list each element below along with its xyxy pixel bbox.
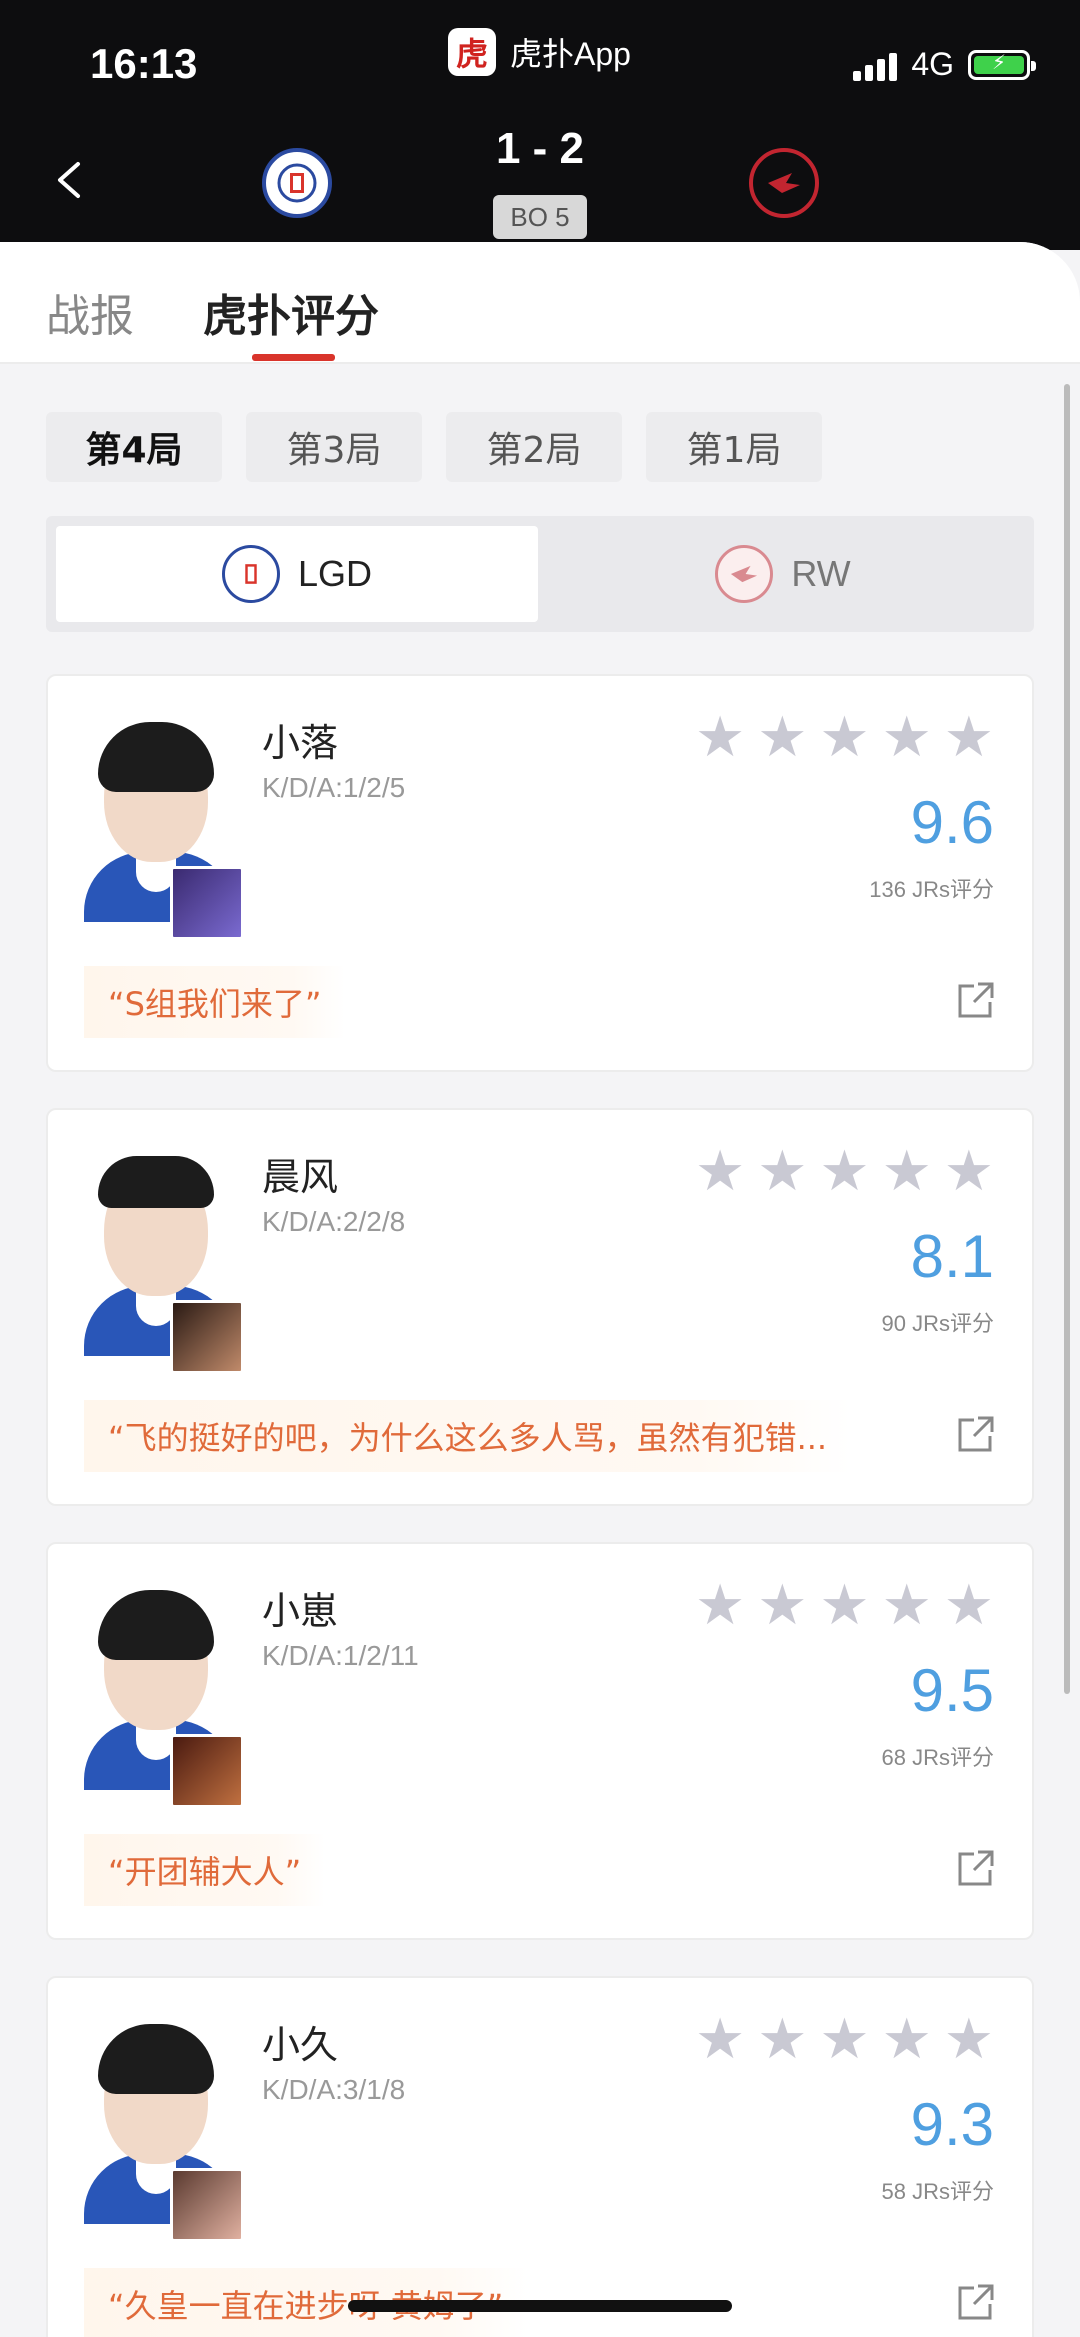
hupu-logo-icon: 虎 [448, 28, 496, 76]
rating-stars[interactable]: ★ ★ ★ ★ ★ [695, 1144, 994, 1200]
player-kda: K/D/A:3/1/8 [262, 2074, 406, 2105]
rating-votes: 68 JRs评分 [881, 1745, 994, 1770]
game-3-button[interactable]: 第3局 [246, 412, 422, 482]
rating-stars[interactable]: ★ ★ ★ ★ ★ [695, 1578, 994, 1634]
hero-portrait [170, 2168, 244, 2242]
status-indicators: 4G ⚡ [853, 46, 1036, 83]
top-comment[interactable]: “飞的挺好的吧，为什么这么多人骂，虽然有犯错... [84, 1400, 852, 1472]
player-rating: 9.6 [910, 789, 994, 856]
game-1-button[interactable]: 第1局 [646, 412, 822, 482]
hero-portrait [170, 866, 244, 940]
player-kda: K/D/A:1/2/5 [262, 772, 406, 803]
match-score: 1 - 2 [495, 124, 585, 173]
app-indicator: 虎 虎扑App [448, 26, 631, 78]
tab-bar: 战报 虎扑评分 [0, 242, 1080, 364]
rw-team-logo-icon[interactable] [749, 148, 819, 218]
player-card[interactable]: 小崽 K/D/A:1/2/11 ★ ★ ★ ★ ★ 9.5 68 JRs评分 “开团辅大… [46, 1542, 1034, 1940]
game-selector: 第4局 第3局 第2局 第1局 [46, 412, 822, 482]
team-label-lgd: LGD [297, 553, 373, 594]
player-kda: K/D/A:1/2/11 [262, 1640, 419, 1671]
team-option-lgd[interactable]: LGD [56, 526, 538, 622]
share-icon[interactable] [956, 1414, 996, 1454]
rating-votes: 90 JRs评分 [881, 1311, 994, 1336]
team-option-rw[interactable]: RW [542, 526, 1024, 622]
player-rating: 9.5 [910, 1657, 994, 1724]
player-rating: 9.3 [910, 2091, 994, 2158]
active-tab-indicator [252, 354, 335, 361]
player-name: 晨风 [262, 1155, 339, 1199]
game-2-button[interactable]: 第2局 [446, 412, 622, 482]
share-icon[interactable] [956, 1848, 996, 1888]
player-name: 小久 [262, 2023, 339, 2067]
hero-portrait [170, 1300, 244, 1374]
hero-portrait [170, 1734, 244, 1808]
top-comment[interactable]: “S组我们来了” [84, 966, 346, 1038]
content-sheet: 战报 虎扑评分 第4局 第3局 第2局 第1局 LGD RW 小落 K/D/A:… [0, 242, 1080, 2337]
rw-logo-icon [715, 545, 774, 603]
signal-icon [853, 49, 898, 81]
network-type: 4G [911, 46, 954, 82]
team-switch: LGD RW [46, 516, 1034, 632]
home-indicator[interactable] [348, 2300, 732, 2312]
rating-stars[interactable]: ★ ★ ★ ★ ★ [695, 710, 994, 766]
lgd-team-logo-icon[interactable] [262, 148, 332, 218]
game-4-button[interactable]: 第4局 [46, 412, 222, 482]
rating-votes: 58 JRs评分 [881, 2179, 994, 2204]
rating-votes: 136 JRs评分 [869, 877, 994, 902]
tab-report[interactable]: 战报 [46, 280, 134, 344]
match-header: 16:13 虎 虎扑App 4G ⚡ 1 - 2 BO 5 [0, 0, 1080, 250]
scrollbar[interactable] [1064, 384, 1070, 1694]
share-icon[interactable] [956, 2282, 996, 2322]
player-card[interactable]: 小久 K/D/A:3/1/8 ★ ★ ★ ★ ★ 9.3 58 JRs评分 “久皇一直在… [46, 1976, 1034, 2337]
share-icon[interactable] [956, 980, 996, 1020]
player-card[interactable]: 小落 K/D/A:1/2/5 ★ ★ ★ ★ ★ 9.6 136 JRs评分 “S组我们… [46, 674, 1034, 1072]
player-card[interactable]: 晨风 K/D/A:2/2/8 ★ ★ ★ ★ ★ 8.1 90 JRs评分 “飞的挺好的… [46, 1108, 1034, 1506]
top-comment[interactable]: “开团辅大人” [84, 1834, 326, 1906]
app-name: 虎扑App [510, 36, 631, 72]
player-name: 小落 [262, 721, 339, 765]
status-time: 16:13 [90, 40, 198, 87]
battery-icon: ⚡ [968, 49, 1036, 80]
match-format-badge: BO 5 [493, 195, 587, 239]
back-arrow-icon[interactable] [52, 160, 88, 200]
lgd-logo-icon [221, 545, 280, 603]
rating-stars[interactable]: ★ ★ ★ ★ ★ [695, 2012, 994, 2068]
player-kda: K/D/A:2/2/8 [262, 1206, 406, 1237]
player-rating: 8.1 [910, 1223, 994, 1290]
team-label-rw: RW [791, 553, 851, 594]
tab-hupu-rating[interactable]: 虎扑评分 [203, 280, 379, 344]
player-name: 小崽 [262, 1589, 339, 1633]
